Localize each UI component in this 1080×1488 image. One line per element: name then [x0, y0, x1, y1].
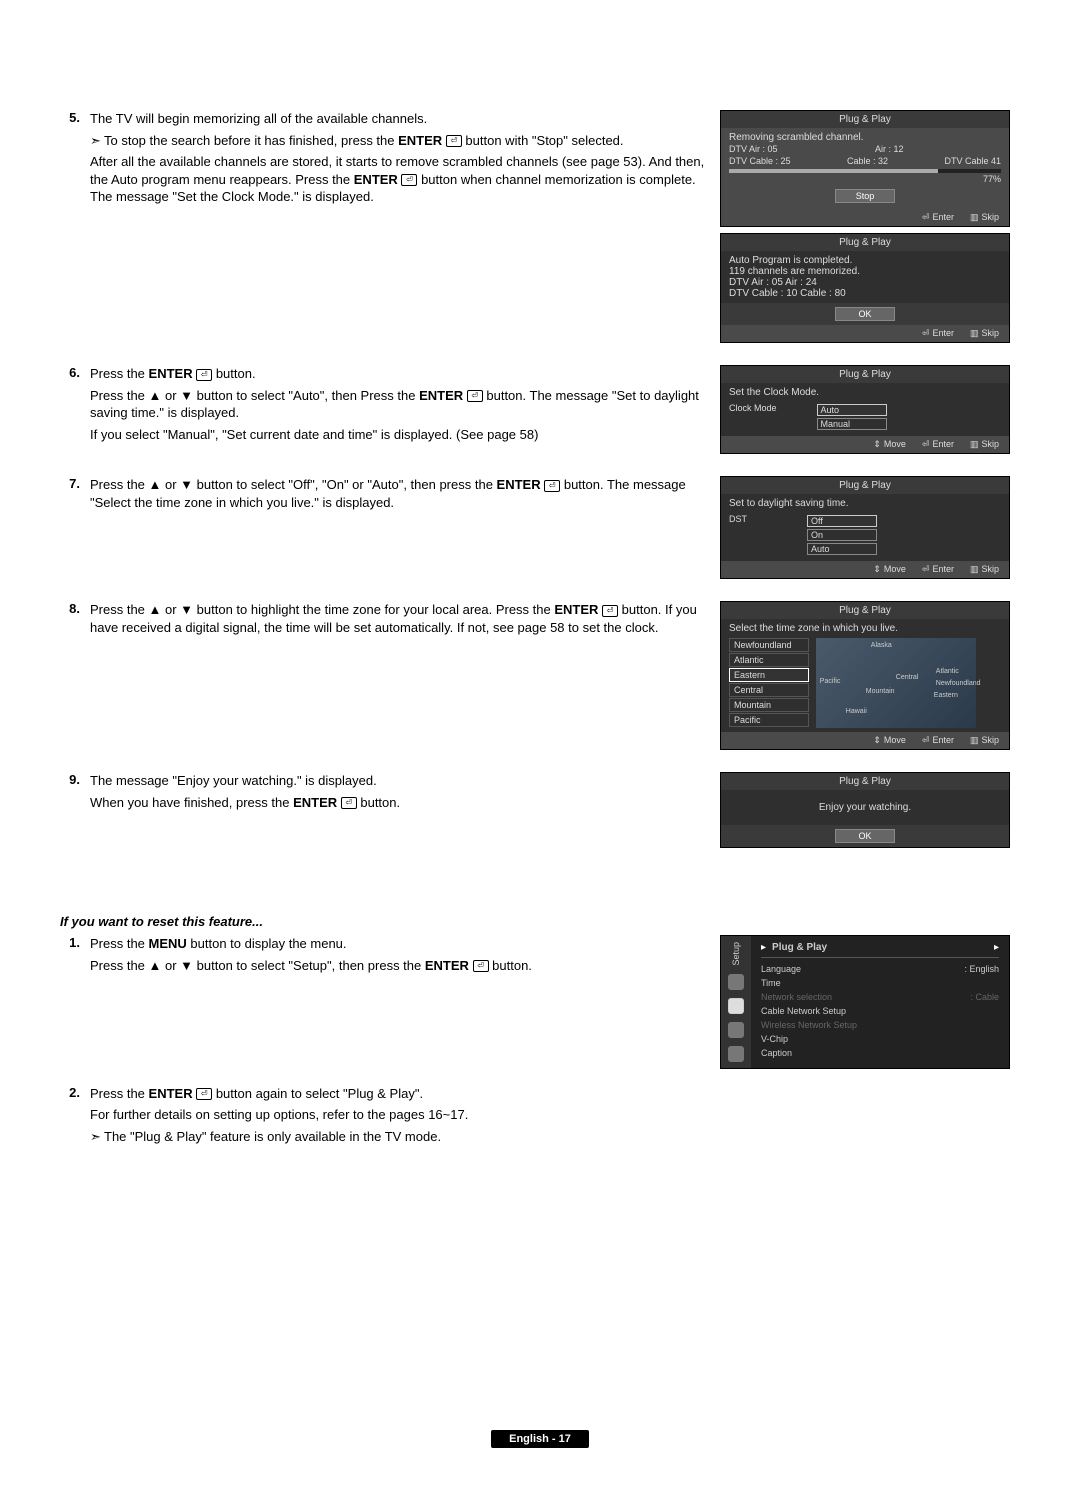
page-footer: English - 17 [0, 1430, 1080, 1448]
chevron-right-icon: ▸ [994, 942, 999, 953]
tz-eastern[interactable]: Eastern [729, 668, 809, 682]
enter-icon [196, 369, 212, 381]
step-7: 7. Press the ▲ or ▼ button to select "Of… [60, 476, 1020, 585]
north-america-map: Alaska Pacific Mountain Central Eastern … [816, 638, 976, 728]
foot-enter: Enter [922, 212, 954, 223]
step5-p2: After all the available channels are sto… [90, 153, 710, 206]
foot-skip: Skip [970, 212, 999, 223]
setup-item-caption[interactable]: Caption [761, 1046, 999, 1060]
step-text: The TV will begin memorizing all of the … [90, 110, 720, 210]
display-icon[interactable] [728, 1046, 744, 1062]
enter-icon [467, 390, 483, 402]
enter-icon [196, 1088, 212, 1100]
reset-step-1: 1. Press the MENU button to display the … [60, 935, 1020, 1069]
tz-newfoundland[interactable]: Newfoundland [729, 638, 809, 652]
page-number: English - 17 [491, 1430, 589, 1448]
enter-icon [446, 135, 462, 147]
option-on[interactable]: On [807, 529, 877, 541]
osd-title: Plug & Play [721, 111, 1009, 128]
step-6: 6. Press the ENTER button. Press the ▲ o… [60, 365, 1020, 460]
setup-item-cable-network[interactable]: Cable Network Setup [761, 1004, 999, 1018]
enter-icon [401, 174, 417, 186]
tz-list: Newfoundland Atlantic Eastern Central Mo… [729, 638, 809, 728]
step5-p1: The TV will begin memorizing all of the … [90, 110, 710, 128]
osd-timezone: Plug & Play Select the time zone in whic… [720, 601, 1010, 750]
option-auto[interactable]: Auto [817, 404, 887, 416]
option-manual[interactable]: Manual [817, 418, 887, 430]
reset-heading: If you want to reset this feature... [60, 914, 1020, 929]
setup-head[interactable]: ▸ Plug & Play ▸ [761, 942, 999, 958]
tz-atlantic[interactable]: Atlantic [729, 653, 809, 667]
osd-completed: Plug & Play Auto Program is completed. 1… [720, 233, 1010, 343]
setup-menu: Setup ▸ Plug & Play ▸ Language: English … [720, 935, 1010, 1069]
osd-scrambled: Plug & Play Removing scrambled channel. … [720, 110, 1010, 227]
setup-item-language[interactable]: Language: English [761, 962, 999, 976]
ok-button[interactable]: OK [835, 829, 895, 843]
reset-step-2: 2. Press the ENTER button again to selec… [60, 1085, 1020, 1150]
step5-sub: To stop the search before it has finishe… [90, 132, 710, 150]
setup-main: ▸ Plug & Play ▸ Language: English Time N… [751, 936, 1009, 1068]
enter-icon [473, 960, 489, 972]
osd-dst: Plug & Play Set to daylight saving time.… [720, 476, 1010, 579]
step-5: 5. The TV will begin memorizing all of t… [60, 110, 1020, 349]
screenshot-col: Plug & Play Removing scrambled channel. … [720, 110, 1020, 349]
step-9: 9. The message "Enjoy your watching." is… [60, 772, 1020, 854]
sound-icon[interactable] [728, 1022, 744, 1038]
chevron-right-icon: ▸ [761, 942, 766, 953]
picture-icon[interactable] [728, 974, 744, 990]
setup-item-vchip[interactable]: V-Chip [761, 1032, 999, 1046]
tz-pacific[interactable]: Pacific [729, 713, 809, 727]
tz-central[interactable]: Central [729, 683, 809, 697]
osd-enjoy: Plug & Play Enjoy your watching. OK [720, 772, 1010, 848]
setup-item-time[interactable]: Time [761, 976, 999, 990]
enter-icon [341, 797, 357, 809]
step-8: 8. Press the ▲ or ▼ button to highlight … [60, 601, 1020, 756]
osd-body: Removing scrambled channel. DTV Air : 05… [721, 128, 1009, 209]
setup-item-network-selection: Network selection: Cable [761, 990, 999, 1004]
stop-button[interactable]: Stop [835, 189, 895, 203]
scan-msg: Removing scrambled channel. [729, 132, 1001, 143]
ok-button[interactable]: OK [835, 307, 895, 321]
step-number: 5. [60, 110, 90, 125]
enter-icon [602, 605, 618, 617]
tz-mountain[interactable]: Mountain [729, 698, 809, 712]
option-auto[interactable]: Auto [807, 543, 877, 555]
setup-sidebar: Setup [721, 936, 751, 1068]
setup-item-wireless-network: Wireless Network Setup [761, 1018, 999, 1032]
osd-clock-mode: Plug & Play Set the Clock Mode. Clock Mo… [720, 365, 1010, 454]
setup-icon[interactable] [728, 998, 744, 1014]
enter-icon [544, 480, 560, 492]
option-off[interactable]: Off [807, 515, 877, 527]
